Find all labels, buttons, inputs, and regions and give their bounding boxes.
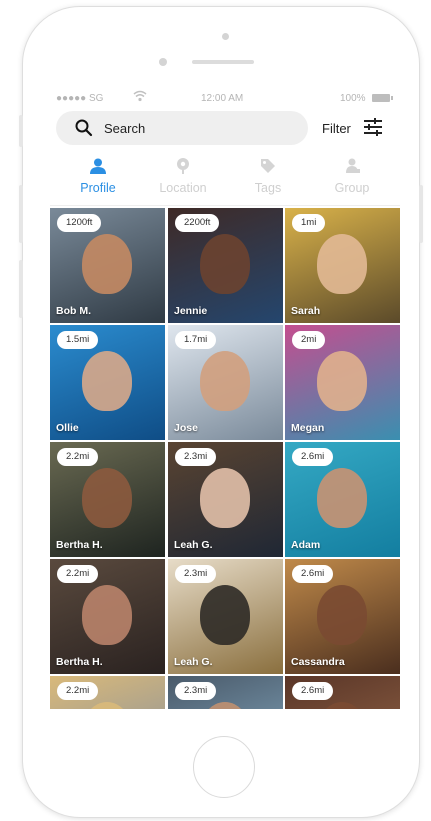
profile-photo	[317, 468, 367, 528]
carrier-label: ●●●●● SG	[56, 93, 104, 104]
distance-badge: 1.5mi	[57, 331, 99, 349]
profile-tile[interactable]: 2.2mi	[50, 676, 165, 709]
earpiece-speaker	[192, 60, 254, 64]
tab-profile[interactable]: Profile	[58, 157, 138, 195]
profile-name: Adam	[291, 539, 321, 551]
profile-name: Leah G.	[174, 539, 213, 551]
tab-bar: Profile Location Tags Group	[50, 149, 400, 206]
sliders-icon[interactable]	[362, 117, 384, 137]
proximity-sensor	[159, 58, 167, 66]
distance-badge: 2.6mi	[292, 682, 334, 700]
distance-badge: 1mi	[292, 214, 326, 232]
tag-icon	[261, 159, 275, 173]
group-icon	[346, 158, 360, 173]
distance-badge: 1.7mi	[175, 331, 217, 349]
profile-photo	[317, 585, 367, 645]
profile-tile[interactable]: 2.3mi Leah G.	[168, 559, 283, 674]
profile-name: Cassandra	[291, 656, 345, 668]
battery-percent: 100%	[340, 93, 366, 104]
filter-button-label[interactable]: Filter	[322, 121, 351, 136]
distance-badge: 2.2mi	[57, 448, 99, 466]
search-placeholder: Search	[104, 121, 146, 136]
profile-tile[interactable]: 1.5mi Ollie	[50, 325, 165, 440]
tab-location[interactable]: Location	[143, 157, 223, 195]
person-icon	[90, 158, 106, 174]
distance-badge: 2.3mi	[175, 682, 217, 700]
volume-down-button	[19, 260, 23, 318]
profile-name: Bertha H.	[56, 656, 103, 668]
volume-up-button	[19, 185, 23, 243]
tab-group-label: Group	[334, 181, 370, 195]
distance-badge: 2.3mi	[175, 565, 217, 583]
profile-tile[interactable]: 2.2mi Bertha H.	[50, 559, 165, 674]
profile-tile[interactable]: 2.2mi Bertha H.	[50, 442, 165, 557]
search-icon	[75, 119, 93, 137]
profile-tile[interactable]: 2.6mi	[285, 676, 400, 709]
profile-name: Jennie	[174, 305, 208, 317]
profile-tile[interactable]: 2.3mi	[168, 676, 283, 709]
distance-badge: 2.2mi	[57, 565, 99, 583]
profile-tile[interactable]: 1.7mi Jose	[168, 325, 283, 440]
distance-badge: 2.3mi	[175, 448, 217, 466]
profile-photo	[317, 234, 367, 294]
profile-photo	[317, 351, 367, 411]
tab-tags-label: Tags	[254, 181, 282, 195]
profile-photo	[200, 468, 250, 528]
front-camera	[222, 33, 229, 40]
location-pin-icon	[177, 158, 189, 174]
distance-badge: 1200ft	[57, 214, 102, 232]
search-field[interactable]: Search	[56, 111, 308, 145]
home-button[interactable]	[193, 736, 255, 798]
battery-icon	[372, 94, 393, 102]
tab-location-label: Location	[159, 181, 207, 195]
profile-photo	[82, 351, 132, 411]
profile-tile[interactable]: 1200ft Bob M.	[50, 208, 165, 323]
profile-tile[interactable]: 2200ft Jennie	[168, 208, 283, 323]
tab-profile-label: Profile	[80, 181, 116, 195]
distance-badge: 2.2mi	[57, 682, 99, 700]
app-screen: ●●●●● SG 12:00 AM 100% Search Filter Pro…	[50, 87, 400, 709]
tab-tags[interactable]: Tags	[228, 157, 308, 195]
wifi-icon	[133, 90, 147, 102]
tab-group[interactable]: Group	[312, 157, 392, 195]
profile-photo	[82, 234, 132, 294]
profile-photo	[317, 702, 367, 709]
profile-name: Megan	[291, 422, 325, 434]
clock: 12:00 AM	[201, 93, 244, 104]
distance-badge: 2mi	[292, 331, 326, 349]
profile-tile[interactable]: 2.6mi Cassandra	[285, 559, 400, 674]
profile-photo	[82, 702, 132, 709]
profile-photo	[82, 468, 132, 528]
profile-photo	[200, 702, 250, 709]
profile-name: Bob M.	[56, 305, 91, 317]
distance-badge: 2.6mi	[292, 565, 334, 583]
profile-name: Sarah	[291, 305, 321, 317]
profile-name: Bertha H.	[56, 539, 103, 551]
profile-name: Ollie	[56, 422, 79, 434]
power-button	[419, 185, 423, 243]
profile-tile[interactable]: 2.3mi Leah G.	[168, 442, 283, 557]
profile-photo	[200, 585, 250, 645]
profile-photo	[200, 351, 250, 411]
profile-tile[interactable]: 2.6mi Adam	[285, 442, 400, 557]
profile-name: Jose	[174, 422, 198, 434]
mute-switch	[19, 115, 23, 147]
status-bar: ●●●●● SG 12:00 AM 100%	[50, 87, 400, 109]
profile-photo	[200, 234, 250, 294]
profile-photo	[82, 585, 132, 645]
profile-tile[interactable]: 1mi Sarah	[285, 208, 400, 323]
profile-name: Leah G.	[174, 656, 213, 668]
profile-tile[interactable]: 2mi Megan	[285, 325, 400, 440]
distance-badge: 2.6mi	[292, 448, 334, 466]
distance-badge: 2200ft	[175, 214, 220, 232]
